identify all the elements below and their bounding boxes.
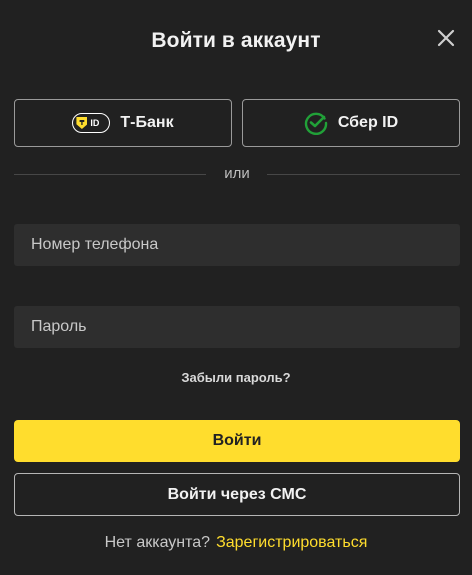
forgot-password-link[interactable]: Забыли пароль?: [0, 370, 472, 385]
sms-login-button[interactable]: Войти через СМС: [14, 473, 460, 516]
sber-check-icon: [304, 112, 328, 135]
tbank-id-icon: ₸ ID: [72, 113, 111, 133]
login-button[interactable]: Войти: [14, 420, 460, 462]
tbank-login-button[interactable]: ₸ ID Т-Банк: [14, 99, 232, 147]
provider-buttons: ₸ ID Т-Банк Сбер ID: [14, 99, 460, 147]
phone-input[interactable]: [14, 224, 460, 266]
password-input[interactable]: [14, 306, 460, 348]
divider-line-right: [267, 174, 460, 175]
no-account-text: Нет аккаунта?: [104, 534, 211, 551]
tbank-label: Т-Банк: [120, 114, 174, 131]
close-icon[interactable]: [436, 28, 456, 48]
sber-label: Сбер ID: [337, 114, 399, 131]
dialog-title: Войти в аккаунт: [151, 29, 321, 52]
or-divider: или: [14, 165, 460, 182]
sber-login-button[interactable]: Сбер ID: [242, 99, 460, 147]
register-link[interactable]: Зарегистрироваться: [216, 534, 367, 551]
register-row: Нет аккаунта? Зарегистрироваться: [0, 534, 472, 552]
